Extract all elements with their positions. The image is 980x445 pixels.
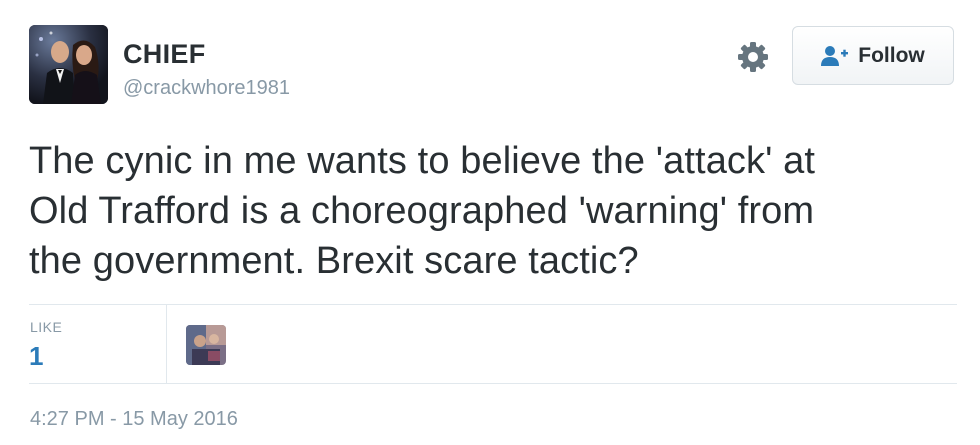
- tweet-card: CHIEF @crackwhore1981 Follow The cynic i…: [0, 0, 980, 445]
- follow-label: Follow: [858, 43, 925, 67]
- timestamp[interactable]: 4:27 PM - 15 May 2016: [30, 408, 238, 431]
- display-name[interactable]: CHIEF: [123, 39, 206, 70]
- screen-name[interactable]: @crackwhore1981: [123, 77, 290, 100]
- gear-icon[interactable]: [736, 40, 770, 74]
- divider: [29, 383, 957, 384]
- like-count[interactable]: 1: [29, 341, 43, 372]
- divider: [29, 304, 957, 305]
- liker-avatar[interactable]: [186, 325, 226, 365]
- avatar-photo: [29, 25, 108, 104]
- person-plus-icon: [821, 45, 849, 67]
- like-label: LIKE: [30, 319, 63, 335]
- avatar[interactable]: [29, 25, 108, 104]
- divider: [166, 305, 167, 383]
- tweet-text-line: Old Trafford is a choreographed 'warning…: [29, 190, 815, 232]
- tweet-text-line: The cynic in me wants to believe the 'at…: [29, 140, 816, 182]
- follow-button[interactable]: Follow: [792, 26, 954, 85]
- tweet-text: The cynic in me wants to believe the 'at…: [29, 136, 959, 286]
- tweet-text-line: the government. Brexit scare tactic?: [29, 240, 639, 282]
